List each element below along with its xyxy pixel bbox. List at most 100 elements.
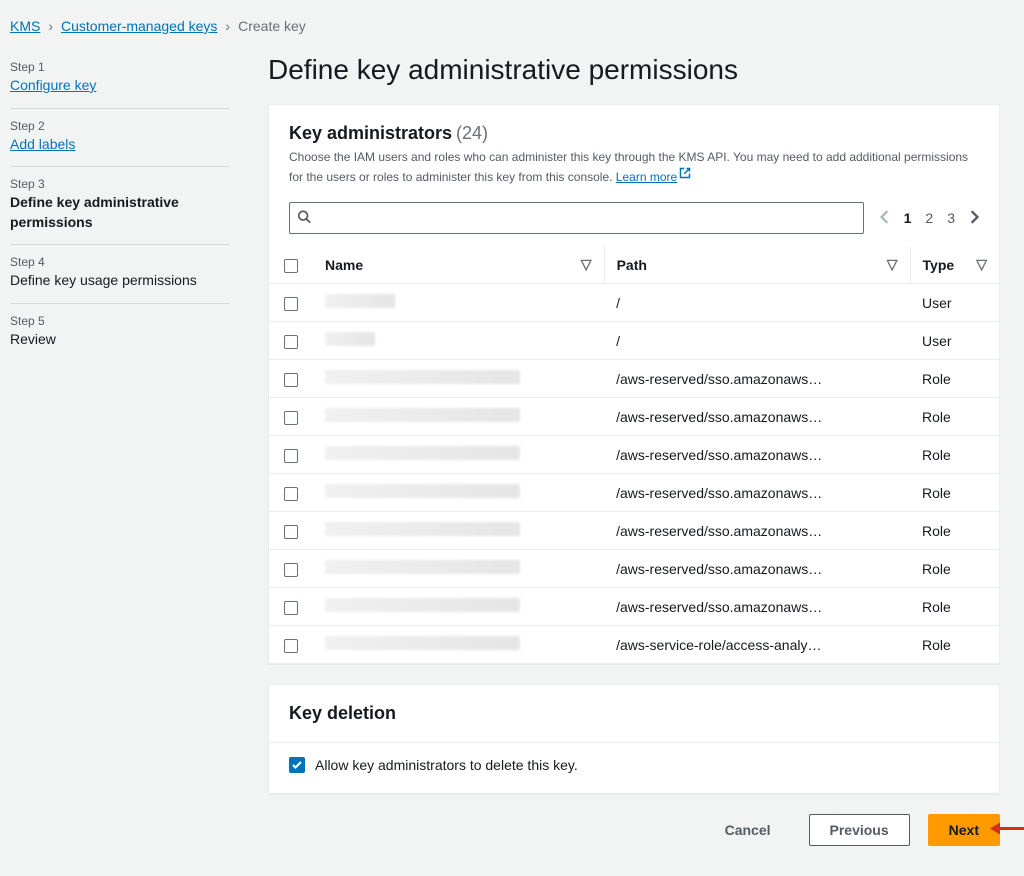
row-checkbox[interactable] xyxy=(284,373,298,387)
wizard-footer: Cancel Previous Next xyxy=(268,814,1000,846)
learn-more-link[interactable]: Learn more xyxy=(616,170,691,184)
cell-name xyxy=(313,284,604,322)
table-row[interactable]: /User xyxy=(269,322,999,360)
row-checkbox[interactable] xyxy=(284,601,298,615)
col-type[interactable]: Type▽ xyxy=(910,246,999,284)
table-row[interactable]: /aws-service-role/access-analy…Role xyxy=(269,626,999,664)
cell-path: / xyxy=(604,322,910,360)
allow-delete-label: Allow key administrators to delete this … xyxy=(315,757,578,773)
breadcrumb-current: Create key xyxy=(238,18,306,34)
breadcrumb: KMS › Customer-managed keys › Create key xyxy=(10,18,1000,34)
chevron-right-icon: › xyxy=(225,18,230,34)
step-number: Step 5 xyxy=(10,314,230,328)
search-field[interactable] xyxy=(289,202,864,234)
key-administrators-panel: Key administrators (24) Choose the IAM u… xyxy=(268,104,1000,664)
cell-name xyxy=(313,398,604,436)
cell-name xyxy=(313,550,604,588)
table-row[interactable]: /aws-reserved/sso.amazonaws…Role xyxy=(269,474,999,512)
next-page-icon[interactable] xyxy=(969,210,979,227)
row-checkbox[interactable] xyxy=(284,449,298,463)
step-number: Step 3 xyxy=(10,177,230,191)
cell-type: User xyxy=(910,322,999,360)
cancel-button[interactable]: Cancel xyxy=(705,814,791,846)
cell-path: /aws-reserved/sso.amazonaws… xyxy=(604,588,910,626)
panel-title: Key deletion xyxy=(289,703,396,723)
select-all-header[interactable] xyxy=(269,246,313,284)
breadcrumb-kms[interactable]: KMS xyxy=(10,18,40,34)
checkbox-icon[interactable] xyxy=(284,259,298,273)
step-2[interactable]: Step 2 Add labels xyxy=(10,109,230,168)
step-label: Define key administrative permissions xyxy=(10,193,230,232)
cell-name xyxy=(313,436,604,474)
cell-type: Role xyxy=(910,398,999,436)
pagination: 1 2 3 xyxy=(880,210,979,227)
allow-delete-checkbox[interactable] xyxy=(289,757,305,773)
page-1[interactable]: 1 xyxy=(904,210,912,226)
step-label[interactable]: Add labels xyxy=(10,135,230,155)
panel-count: (24) xyxy=(456,123,488,143)
row-checkbox[interactable] xyxy=(284,639,298,653)
col-path[interactable]: Path▽ xyxy=(604,246,910,284)
cell-name xyxy=(313,360,604,398)
search-input[interactable] xyxy=(289,202,864,234)
step-label[interactable]: Configure key xyxy=(10,76,230,96)
table-row[interactable]: /aws-reserved/sso.amazonaws…Role xyxy=(269,588,999,626)
cell-name xyxy=(313,588,604,626)
row-checkbox[interactable] xyxy=(284,563,298,577)
cell-path: /aws-reserved/sso.amazonaws… xyxy=(604,360,910,398)
step-number: Step 4 xyxy=(10,255,230,269)
row-checkbox[interactable] xyxy=(284,297,298,311)
table-row[interactable]: /User xyxy=(269,284,999,322)
cell-path: /aws-reserved/sso.amazonaws… xyxy=(604,550,910,588)
external-link-icon xyxy=(679,166,691,184)
row-checkbox[interactable] xyxy=(284,411,298,425)
page-3[interactable]: 3 xyxy=(947,210,955,226)
step-3: Step 3 Define key administrative permiss… xyxy=(10,167,230,245)
row-checkbox[interactable] xyxy=(284,335,298,349)
table-row[interactable]: /aws-reserved/sso.amazonaws…Role xyxy=(269,550,999,588)
sort-icon: ▽ xyxy=(887,256,898,273)
chevron-right-icon: › xyxy=(48,18,53,34)
previous-button[interactable]: Previous xyxy=(809,814,910,846)
step-label: Review xyxy=(10,330,230,350)
page-2[interactable]: 2 xyxy=(925,210,933,226)
step-label: Define key usage permissions xyxy=(10,271,230,291)
cell-type: Role xyxy=(910,436,999,474)
prev-page-icon[interactable] xyxy=(880,210,890,227)
table-row[interactable]: /aws-reserved/sso.amazonaws…Role xyxy=(269,436,999,474)
cell-type: User xyxy=(910,284,999,322)
cell-type: Role xyxy=(910,512,999,550)
row-checkbox[interactable] xyxy=(284,525,298,539)
step-number: Step 1 xyxy=(10,60,230,74)
table-row[interactable]: /aws-reserved/sso.amazonaws…Role xyxy=(269,512,999,550)
breadcrumb-customer-managed-keys[interactable]: Customer-managed keys xyxy=(61,18,217,34)
step-4: Step 4 Define key usage permissions xyxy=(10,245,230,304)
cell-path: /aws-reserved/sso.amazonaws… xyxy=(604,398,910,436)
table-row[interactable]: /aws-reserved/sso.amazonaws…Role xyxy=(269,360,999,398)
cell-name xyxy=(313,322,604,360)
table-row[interactable]: /aws-reserved/sso.amazonaws…Role xyxy=(269,398,999,436)
cell-type: Role xyxy=(910,360,999,398)
cell-name xyxy=(313,512,604,550)
sort-icon: ▽ xyxy=(976,256,987,273)
cell-path: /aws-reserved/sso.amazonaws… xyxy=(604,512,910,550)
cell-type: Role xyxy=(910,550,999,588)
key-deletion-panel: Key deletion Allow key administrators to… xyxy=(268,684,1000,794)
panel-title: Key administrators xyxy=(289,123,452,143)
col-name[interactable]: Name▽ xyxy=(313,246,604,284)
step-number: Step 2 xyxy=(10,119,230,133)
page-title: Define key administrative permissions xyxy=(268,54,1000,86)
cell-path: /aws-reserved/sso.amazonaws… xyxy=(604,436,910,474)
cell-name xyxy=(313,474,604,512)
panel-description: Choose the IAM users and roles who can a… xyxy=(289,148,979,186)
cell-path: /aws-service-role/access-analy… xyxy=(604,626,910,664)
wizard-steps: Step 1 Configure key Step 2 Add labels S… xyxy=(10,48,230,362)
row-checkbox[interactable] xyxy=(284,487,298,501)
cell-type: Role xyxy=(910,474,999,512)
step-1[interactable]: Step 1 Configure key xyxy=(10,50,230,109)
step-5: Step 5 Review xyxy=(10,304,230,362)
cell-path: /aws-reserved/sso.amazonaws… xyxy=(604,474,910,512)
main-content: Define key administrative permissions Ke… xyxy=(268,48,1000,846)
cell-name xyxy=(313,626,604,664)
cell-type: Role xyxy=(910,626,999,664)
